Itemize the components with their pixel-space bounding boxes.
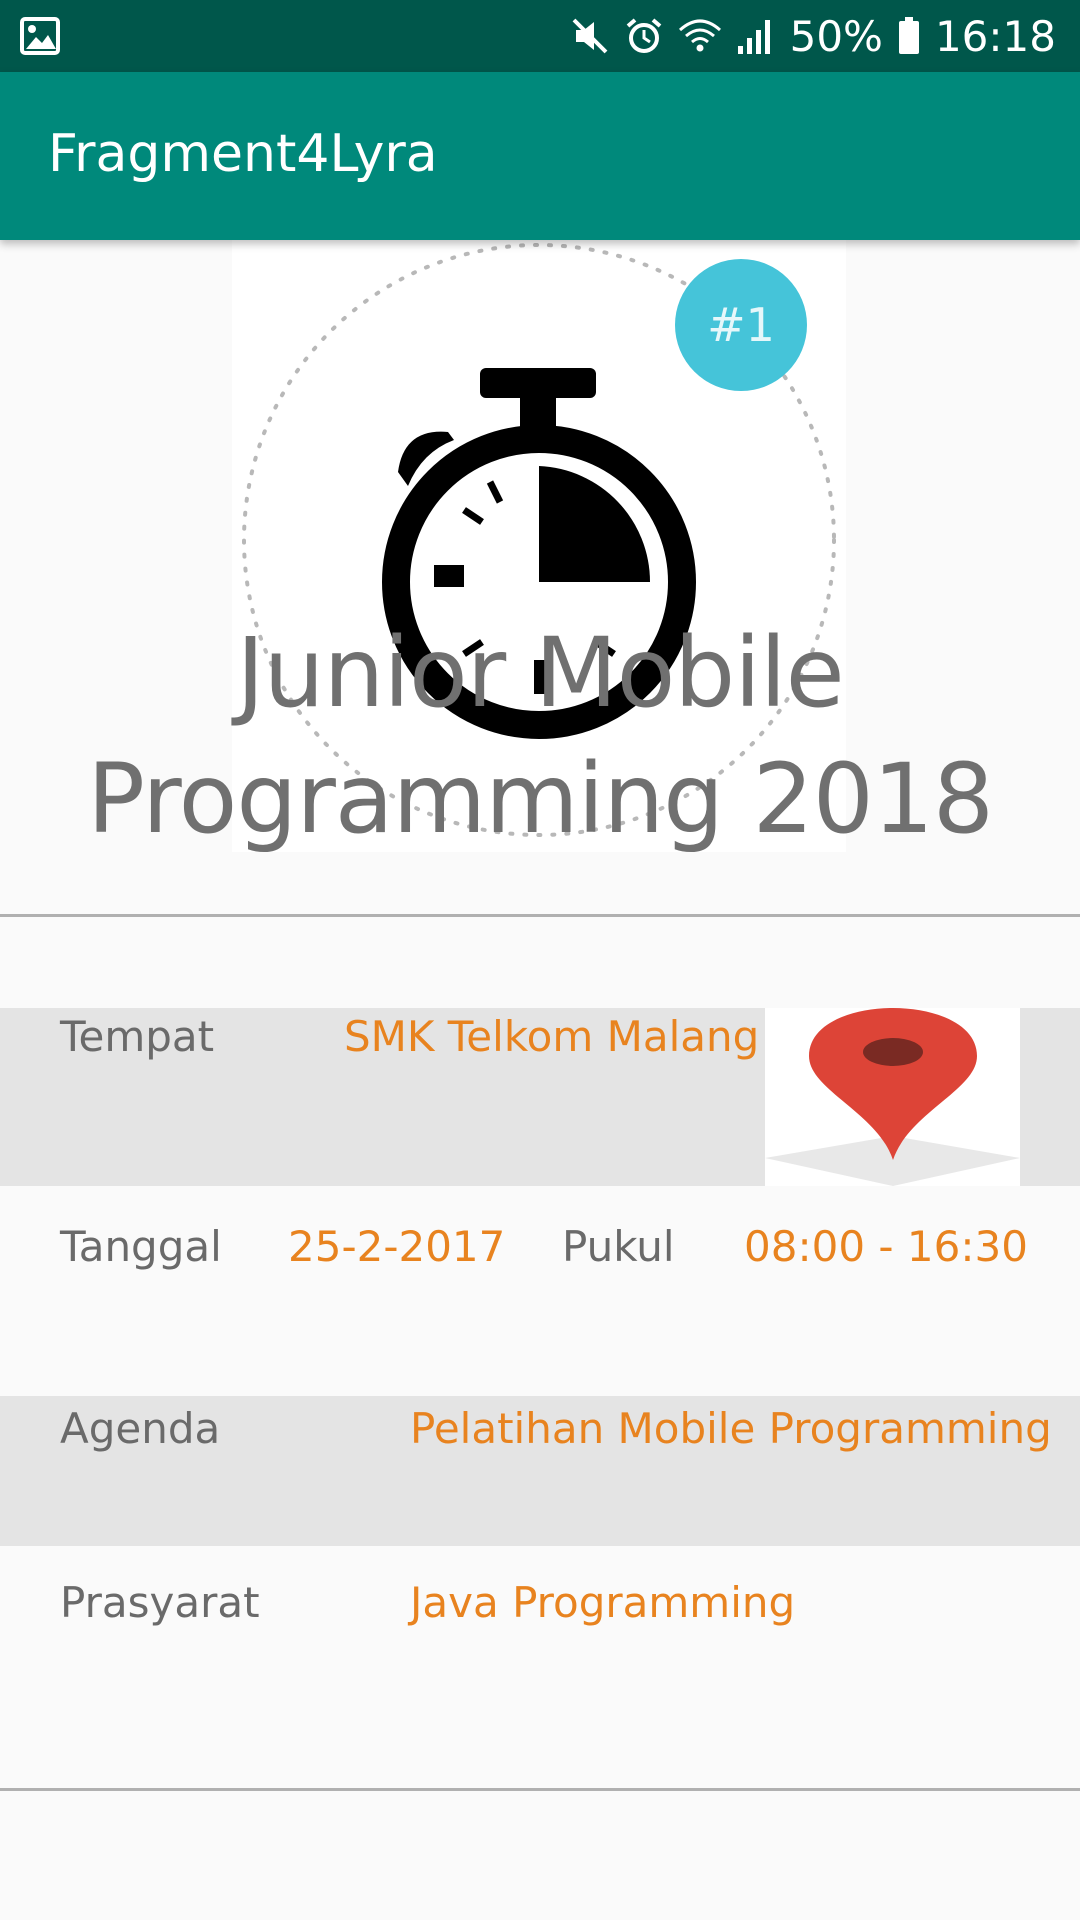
gallery-icon — [20, 17, 60, 55]
status-bar: 50% 16:18 — [0, 0, 1080, 72]
agenda-value: Pelatihan Mobile Programming — [410, 1404, 1052, 1453]
app-title: Fragment4Lyra — [48, 124, 438, 184]
tanggal-label: Tanggal — [60, 1222, 222, 1271]
alarm-icon — [626, 18, 661, 53]
battery-percent: 50% — [789, 11, 883, 61]
tempat-value: SMK Telkom Malang — [344, 1012, 760, 1061]
prasyarat-label: Prasyarat — [60, 1578, 260, 1627]
agenda-label: Agenda — [60, 1404, 221, 1453]
event-title-line2: Programming 2018 — [87, 743, 994, 855]
divider-bottom — [0, 1788, 1080, 1791]
pukul-label: Pukul — [562, 1222, 675, 1271]
tempat-label: Tempat — [60, 1012, 215, 1061]
signal-icon — [737, 20, 770, 54]
row-tanggal: Tanggal 25-2-2017 Pukul 08:00 - 16:30 — [0, 1186, 1080, 1396]
rank-badge-label: #1 — [707, 298, 775, 352]
pukul-value: 08:00 - 16:30 — [744, 1222, 1028, 1271]
prasyarat-value: Java Programming — [410, 1578, 796, 1627]
clock: 16:18 — [934, 11, 1056, 61]
event-title-line1: Junior Mobile — [236, 617, 844, 729]
mute-icon — [572, 18, 608, 54]
wifi-icon — [678, 19, 721, 52]
tanggal-value: 25-2-2017 — [288, 1222, 506, 1271]
map-pin-icon — [765, 1008, 1020, 1186]
event-title: Junior Mobile Programming 2018 — [0, 610, 1080, 862]
divider — [0, 914, 1080, 917]
app-bar: Fragment4Lyra — [0, 72, 1080, 240]
row-prasyarat: Prasyarat Java Programming — [0, 1546, 1080, 1786]
battery-icon — [898, 17, 919, 54]
row-agenda: Agenda Pelatihan Mobile Programming — [0, 1396, 1080, 1546]
